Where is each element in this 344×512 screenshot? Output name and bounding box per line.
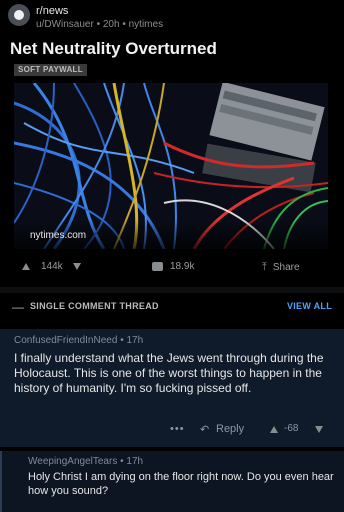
subreddit-icon[interactable] bbox=[8, 4, 30, 26]
comment-count: 18.9k bbox=[170, 261, 195, 272]
thread-bar: — SINGLE COMMENT THREAD VIEW ALL bbox=[0, 297, 344, 317]
comment-age: 17h bbox=[126, 456, 144, 467]
reply-button[interactable]: Reply bbox=[216, 423, 244, 435]
post-domain[interactable]: nytimes bbox=[129, 19, 163, 30]
section-divider bbox=[0, 287, 344, 293]
share-label: Share bbox=[272, 262, 300, 273]
reply-icon[interactable]: ↶ bbox=[200, 423, 209, 436]
comment-meta: ConfusedFriendInNeed • 17h bbox=[14, 335, 143, 346]
subreddit-name[interactable]: r/news bbox=[36, 5, 68, 17]
post-age: 20h bbox=[102, 19, 120, 30]
thread-label: SINGLE COMMENT THREAD bbox=[30, 301, 159, 311]
post-actions: 144k 18.9k ⤒ Share bbox=[0, 258, 344, 278]
comments-group[interactable]: 18.9k bbox=[152, 261, 194, 272]
paywall-badge: SOFT PAYWALL bbox=[14, 64, 87, 76]
upvote-count: 144k bbox=[41, 261, 63, 272]
downvote-icon[interactable] bbox=[72, 263, 81, 270]
upvote-icon[interactable] bbox=[22, 263, 30, 270]
comment-body: I finally understand what the Jews went … bbox=[14, 351, 324, 395]
post-title[interactable]: Net Neutrality Overturned bbox=[10, 39, 217, 59]
preview-domain[interactable]: nytimes.com bbox=[30, 230, 86, 241]
upvote-group: 144k bbox=[22, 261, 81, 272]
comment-upvote-icon[interactable] bbox=[270, 426, 278, 433]
comment-actions: ••• ↶ Reply -68 bbox=[0, 423, 344, 439]
link-preview[interactable]: nytimes.com bbox=[14, 83, 328, 249]
close-thread-icon[interactable]: — bbox=[12, 300, 24, 314]
comment-downvote-icon[interactable] bbox=[315, 426, 323, 433]
post-meta: u/DWinsauer • 20h • nytimes bbox=[36, 19, 163, 30]
share-button[interactable]: ⤒ Share bbox=[262, 261, 300, 274]
share-icon: ⤒ bbox=[262, 261, 267, 273]
comment-meta: WeepingAngelTears • 17h bbox=[28, 456, 143, 467]
comment-age: 17h bbox=[126, 335, 144, 346]
comment-author[interactable]: ConfusedFriendInNeed bbox=[14, 335, 117, 346]
comment-author[interactable]: WeepingAngelTears bbox=[28, 456, 117, 467]
comment: ConfusedFriendInNeed • 17h I finally und… bbox=[0, 329, 344, 447]
comment-reply: WeepingAngelTears • 17h Holy Christ I am… bbox=[0, 451, 344, 512]
view-all-link[interactable]: VIEW ALL bbox=[287, 301, 332, 311]
comment-body: Holy Christ I am dying on the floor righ… bbox=[28, 471, 334, 497]
post-author[interactable]: u/DWinsauer bbox=[36, 19, 94, 30]
comment-bubble-icon bbox=[152, 262, 163, 271]
comment-score: -68 bbox=[284, 423, 299, 434]
post-header: r/news u/DWinsauer • 20h • nytimes bbox=[0, 0, 344, 34]
more-options-icon[interactable]: ••• bbox=[170, 423, 185, 435]
